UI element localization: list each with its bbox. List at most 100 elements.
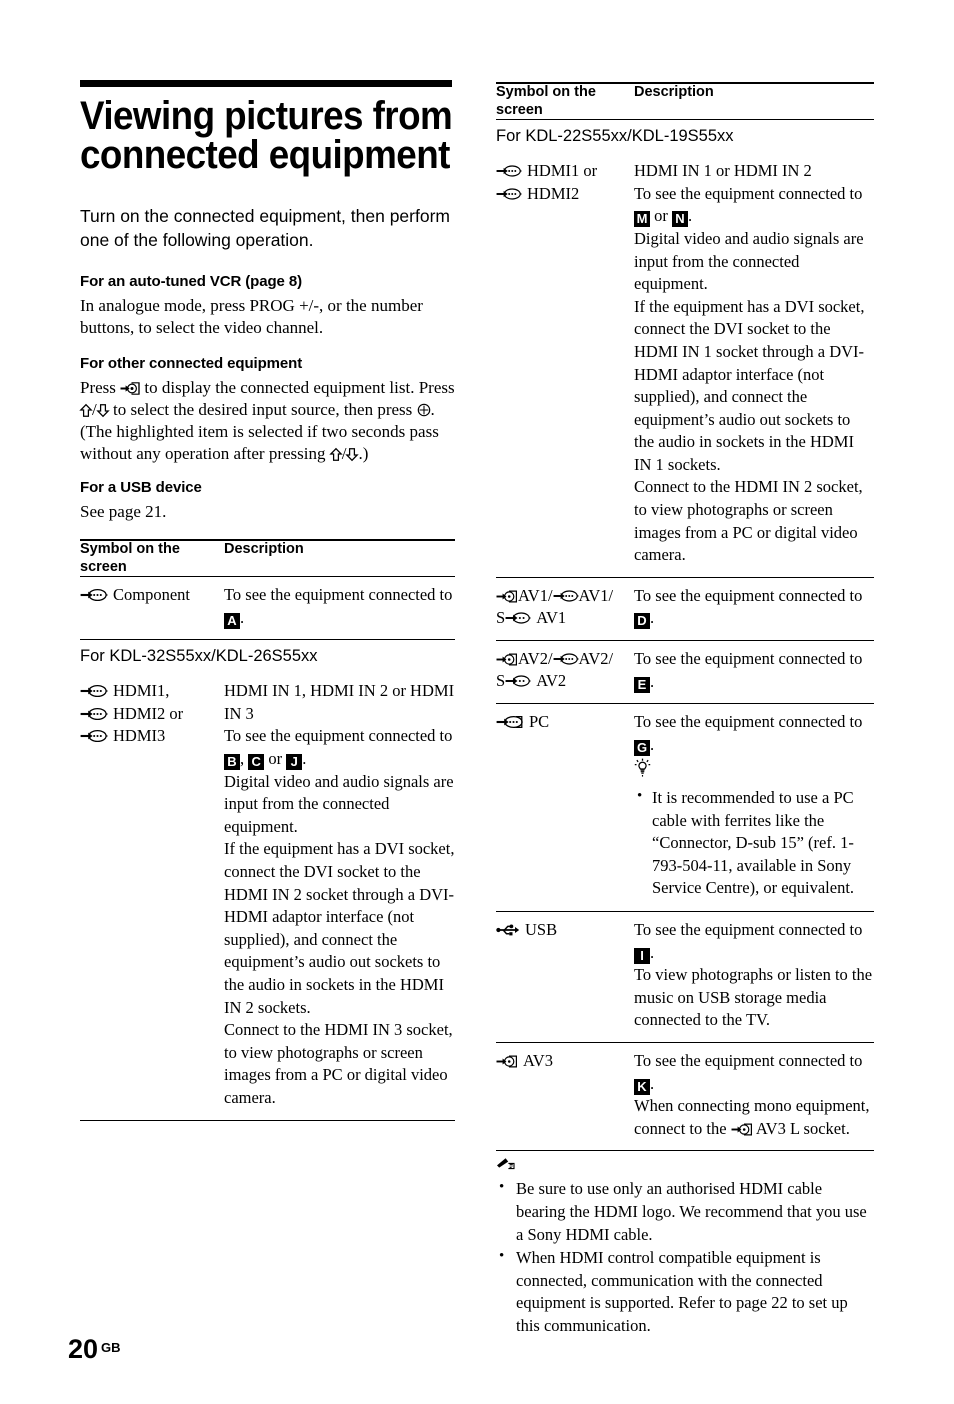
column-header-symbol: Symbol on the screen xyxy=(80,540,180,575)
symbol-label: AV1 xyxy=(536,608,567,628)
press-text-3: to select the desired input source, then… xyxy=(108,399,417,419)
description-cell: To see the equipment connected to D. xyxy=(634,577,874,640)
description-text: To see the equipment connected to xyxy=(634,919,863,939)
description-text: K. xyxy=(634,1073,874,1096)
description-text: To see the equipment connected to M or N… xyxy=(634,183,874,228)
table-row: AV2/AV2/ S AV2 To see the equipment conne… xyxy=(496,640,874,704)
description-trailing: . xyxy=(650,671,655,691)
symbol-label: HDMI2 xyxy=(527,183,580,203)
column-header-description: Description xyxy=(224,540,304,557)
press-text-2: to display the connected equipment list.… xyxy=(140,377,455,397)
connection-badge-a: A xyxy=(224,612,240,629)
group-label: For KDL-22S55xx/KDL-19S55xx xyxy=(496,127,734,146)
description-text: To see the equipment connected to xyxy=(634,585,863,605)
table-group-row: For KDL-22S55xx/KDL-19S55xx xyxy=(496,119,874,153)
table-row: Component To see the equipment connected… xyxy=(80,576,455,640)
symbol-label: USB xyxy=(525,919,558,939)
press-text-5: .) xyxy=(358,443,369,463)
symbol-entry: HDMI2 or xyxy=(80,703,218,725)
connection-badge-m: M xyxy=(634,211,650,228)
description-trailing: . xyxy=(650,734,655,754)
composite-input-icon xyxy=(553,590,579,602)
description-cell: To see the equipment connected to I. To … xyxy=(634,911,874,1042)
description-trailing: . xyxy=(650,608,655,628)
symbol-label: HDMI2 or xyxy=(113,703,184,723)
connection-badge-k: K xyxy=(634,1078,650,1095)
notes-block: Be sure to use only an authorised HDMI c… xyxy=(496,1157,874,1337)
component-input-icon xyxy=(80,589,108,602)
symbol-cell: AV2/AV2/ S AV2 xyxy=(496,641,634,704)
table-header-row: Symbol on the screen Description xyxy=(80,539,455,577)
table-row: USB To see the equipment connected to I.… xyxy=(496,911,874,1042)
page-number-value: 20 xyxy=(68,1334,99,1364)
title-rule xyxy=(80,80,452,87)
description-text: Connect to the HDMI IN 2 socket, to view… xyxy=(634,477,863,565)
table-row: AV1/AV1/ S AV1 To see the equipment conne… xyxy=(496,577,874,640)
hdmi-input-icon xyxy=(496,165,522,177)
description-trailing: . xyxy=(688,206,693,226)
hdmi-input-icon xyxy=(496,187,522,200)
symbol-label: HDMI1, xyxy=(113,681,170,701)
description-text: HDMI IN 1, HDMI IN 2 or HDMI IN 3 xyxy=(224,681,455,723)
connection-badge-b: B xyxy=(224,754,240,771)
tip-list: It is recommended to use a PC cable with… xyxy=(634,786,874,900)
input-select-icon xyxy=(120,381,140,395)
column-header-description: Description xyxy=(634,84,714,100)
description-text: Digital video and audio signals are inpu… xyxy=(224,771,454,836)
description-text: HDMI IN 1 or HDMI IN 2 xyxy=(634,161,812,181)
symbol-entry: USB xyxy=(496,919,628,941)
badge-separator: or xyxy=(264,749,287,769)
description-text: D. xyxy=(634,607,874,630)
section-heading-other-equipment: For other connected equipment xyxy=(80,354,303,372)
description-cell: To see the equipment connected to A. xyxy=(224,577,455,640)
symbol-label: AV1/ xyxy=(578,585,614,605)
symbol-entry: PC xyxy=(496,711,628,733)
pc-input-icon xyxy=(496,716,523,729)
symbol-cell: PC xyxy=(496,704,634,912)
column-header-symbol: Symbol on the screen xyxy=(496,84,596,118)
description-cell: HDMI IN 1, HDMI IN 2 or HDMI IN 3 To see… xyxy=(224,673,455,1119)
right-column: Symbol on the screen Description For KDL… xyxy=(496,80,874,1338)
connection-badge-i: I xyxy=(634,947,650,964)
symbol-cell: HDMI1 or HDMI2 xyxy=(496,153,634,577)
symbol-label: AV1/ xyxy=(518,585,553,605)
description-cell: To see the equipment connected to G. It … xyxy=(634,704,874,912)
arrow-down-icon xyxy=(345,448,360,462)
badge-separator: , xyxy=(240,749,249,769)
description-text: E. xyxy=(634,671,874,694)
scart-input-icon xyxy=(496,653,517,666)
description-text: Digital video and audio signals are inpu… xyxy=(634,228,864,294)
symbol-entry: HDMI3 xyxy=(80,725,218,747)
description-trailing: . xyxy=(650,942,655,962)
arrow-down-icon xyxy=(96,403,110,417)
section-heading-vcr: For an auto-tuned VCR (page 8) xyxy=(80,272,303,290)
table-header-row: Symbol on the screen Description xyxy=(496,83,874,120)
group-label: For KDL-32S55xx/KDL-26S55xx xyxy=(80,647,318,666)
left-column: Viewing pictures from connected equipmen… xyxy=(79,80,455,1121)
description-line: To see the equipment connected to xyxy=(224,726,453,746)
manual-page: Viewing pictures from connected equipmen… xyxy=(0,0,954,1404)
table-row: HDMI1 or HDMI2 HDMI IN 1 or HDMI IN 2 To… xyxy=(496,153,874,577)
hdmi-input-icon xyxy=(80,730,108,743)
connection-badge-g: G xyxy=(634,739,650,756)
arrow-up-icon xyxy=(79,403,93,417)
description-text: I. xyxy=(634,942,874,965)
notes-list: Be sure to use only an authorised HDMI c… xyxy=(496,1177,874,1337)
symbol-cell: HDMI1, HDMI2 or HDMI3 xyxy=(80,673,224,1119)
description-cell: To see the equipment connected to E. xyxy=(634,641,874,704)
symbol-table-left: Symbol on the screen Description Compone… xyxy=(80,539,455,1120)
hdmi-input-icon xyxy=(80,707,108,720)
symbol-entry: HDMI1 or xyxy=(496,160,628,182)
description-trailing: . xyxy=(650,1073,655,1093)
description-line: To see the equipment connected to xyxy=(224,585,453,605)
connection-badge-j: J xyxy=(286,754,303,771)
connection-badge-e: E xyxy=(634,676,650,693)
description-cell: HDMI IN 1 or HDMI IN 2 To see the equipm… xyxy=(634,153,874,577)
press-text-1: Press xyxy=(80,377,121,397)
connection-badge-c: C xyxy=(248,754,265,771)
symbol-label: HDMI1 or xyxy=(527,161,598,181)
connection-badge-d: D xyxy=(634,613,650,630)
description-trailing: . xyxy=(302,749,307,769)
description-trailing: . xyxy=(240,607,245,627)
hdmi-input-icon xyxy=(80,685,108,698)
